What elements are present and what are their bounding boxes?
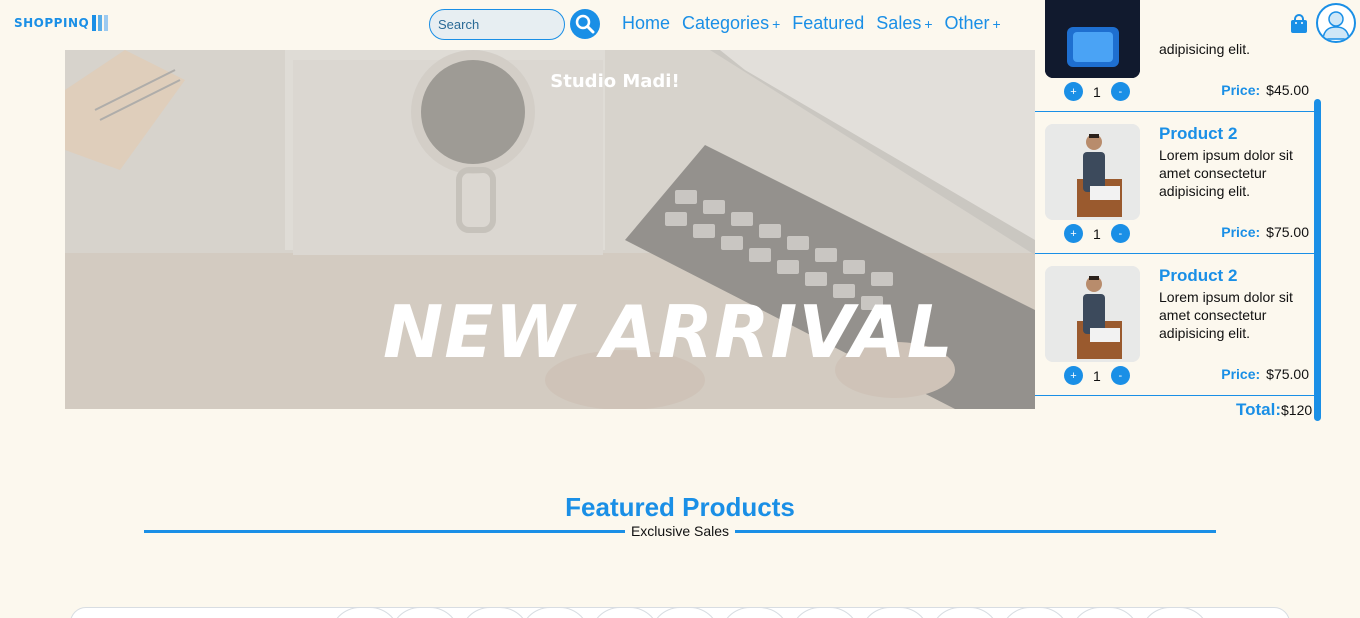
product-image xyxy=(1045,266,1140,362)
product-description: Lorem ipsum dolor sit amet consectetur a… xyxy=(1159,147,1293,199)
logo-text: SHOPPINQ xyxy=(14,16,90,30)
cart-item: Product 2 Lorem ipsum dolor sit amet con… xyxy=(1035,254,1315,396)
product-description: adipisicing elit. xyxy=(1159,41,1251,57)
product-image xyxy=(1045,124,1140,220)
quantity-value: 1 xyxy=(1093,83,1101,100)
cart-panel: adipisicing elit. + 1 - Price: $45.00 Pro… xyxy=(1035,0,1322,430)
nav-other[interactable]: Other + xyxy=(945,13,1001,34)
cart-scrollbar[interactable] xyxy=(1314,99,1321,421)
decrease-quantity-button[interactable]: - xyxy=(1110,224,1130,243)
nav-sales[interactable]: Sales + xyxy=(876,13,932,34)
increase-quantity-button[interactable]: + xyxy=(1064,82,1083,101)
expand-icon: + xyxy=(992,16,1001,32)
total-label: Total: xyxy=(1236,400,1282,419)
user-avatar[interactable] xyxy=(1316,3,1356,43)
expand-icon: + xyxy=(924,16,933,32)
quantity-stepper: + 1 - xyxy=(1064,366,1130,385)
product-name: Product 2 xyxy=(1159,266,1238,285)
main-nav: Home Categories + Featured Sales + Other + xyxy=(622,13,1001,34)
product-price: Price: $75.00 xyxy=(1221,366,1309,382)
nav-categories[interactable]: Categories + xyxy=(682,13,780,34)
increase-quantity-button[interactable]: + xyxy=(1064,366,1083,385)
user-icon xyxy=(1322,11,1350,40)
product-price: Price: $45.00 xyxy=(1221,82,1309,98)
product-thumbnail xyxy=(1045,0,1140,78)
product-thumbnail xyxy=(1045,266,1140,362)
product-image xyxy=(1045,0,1140,78)
product-price: Price: $75.00 xyxy=(1221,224,1309,240)
search-button[interactable] xyxy=(570,9,600,39)
search-icon xyxy=(575,14,595,34)
increase-quantity-button[interactable]: + xyxy=(1064,224,1083,243)
cart-item: Product 2 Lorem ipsum dolor sit amet con… xyxy=(1035,112,1315,254)
decrease-quantity-button[interactable]: - xyxy=(1110,366,1130,385)
logo-bars-icon xyxy=(92,15,109,31)
expand-icon: + xyxy=(772,16,781,32)
search-input[interactable] xyxy=(429,9,565,40)
quantity-stepper: + 1 - xyxy=(1064,224,1130,243)
hero-title: NEW ARRIVAL xyxy=(383,290,954,374)
nav-home[interactable]: Home xyxy=(622,13,670,34)
total-value: $120 xyxy=(1281,402,1313,418)
quantity-value: 1 xyxy=(1093,367,1101,384)
featured-title: Featured Products xyxy=(565,492,795,522)
product-name: Product 2 xyxy=(1159,124,1238,143)
product-description: Lorem ipsum dolor sit amet consectetur a… xyxy=(1159,289,1293,341)
quantity-stepper: + 1 - xyxy=(1064,82,1130,101)
product-thumbnail xyxy=(1045,124,1140,220)
cart-total: Total:$120 xyxy=(1236,400,1312,420)
cart-divider xyxy=(1035,395,1315,396)
logo[interactable]: SHOPPINQ xyxy=(14,15,109,31)
cart-item: adipisicing elit. + 1 - Price: $45.00 xyxy=(1035,0,1315,112)
nav-featured[interactable]: Featured xyxy=(792,13,864,34)
featured-subtitle: Exclusive Sales xyxy=(0,523,1360,539)
decrease-quantity-button[interactable]: - xyxy=(1110,82,1130,101)
quantity-value: 1 xyxy=(1093,225,1101,242)
